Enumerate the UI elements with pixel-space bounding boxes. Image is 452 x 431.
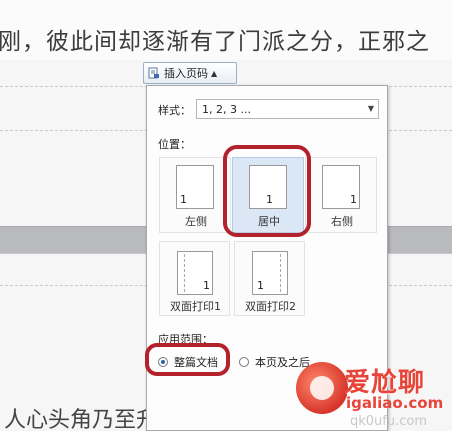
highlight-ring-scope — [145, 343, 230, 376]
chevron-down-icon: ▼ — [367, 104, 374, 113]
watermark-url: igaliao.com — [346, 394, 444, 412]
position-option-left[interactable]: 1 左侧 — [159, 157, 231, 233]
page-preview: 1 — [322, 165, 360, 209]
page-number-icon — [148, 67, 159, 79]
style-select[interactable]: 1, 2, 3 ... ▼ — [196, 99, 379, 119]
watermark-logo-icon — [296, 362, 348, 414]
page-number-preview: 1 — [203, 279, 210, 292]
margin-guide — [184, 254, 185, 292]
position-caption-duplex-2: 双面打印2 — [245, 300, 296, 313]
style-label: 样式： — [158, 104, 191, 117]
insert-page-number-button[interactable]: 插入页码 ▲ — [143, 62, 237, 84]
watermark: 爱尬聊 igaliao.com qk0ufu.com — [296, 352, 452, 431]
page-preview: 1 — [252, 251, 288, 295]
position-caption-duplex-1: 双面打印1 — [170, 300, 221, 313]
position-caption-left: 左侧 — [185, 215, 207, 228]
page-preview: 1 — [177, 251, 213, 295]
chevron-up-icon: ▲ — [211, 68, 218, 78]
position-option-duplex-2[interactable]: 1 双面打印2 — [234, 241, 305, 316]
page-preview: 1 — [176, 165, 214, 209]
insert-page-number-label: 插入页码 — [164, 67, 208, 80]
page-number-preview: 1 — [180, 193, 187, 206]
position-caption-right: 右侧 — [331, 215, 353, 228]
position-label: 位置： — [158, 138, 191, 151]
style-select-value: 1, 2, 3 ... — [202, 103, 251, 116]
page-number-preview: 1 — [257, 279, 264, 292]
margin-guide — [280, 254, 281, 292]
document-line-top: 刚，彼此间却逐渐有了门派之分，正邪之 — [0, 29, 430, 55]
watermark-url-secondary: qk0ufu.com — [350, 414, 428, 429]
page-number-preview: 1 — [350, 193, 357, 206]
position-option-right[interactable]: 1 右侧 — [305, 157, 377, 233]
radio-unselected-icon[interactable] — [239, 357, 249, 367]
highlight-ring-center — [223, 145, 311, 237]
position-option-duplex-1[interactable]: 1 双面打印1 — [159, 241, 230, 316]
document-text-top: 刚，彼此间却逐渐有了门派之分，正邪之 — [0, 0, 452, 60]
